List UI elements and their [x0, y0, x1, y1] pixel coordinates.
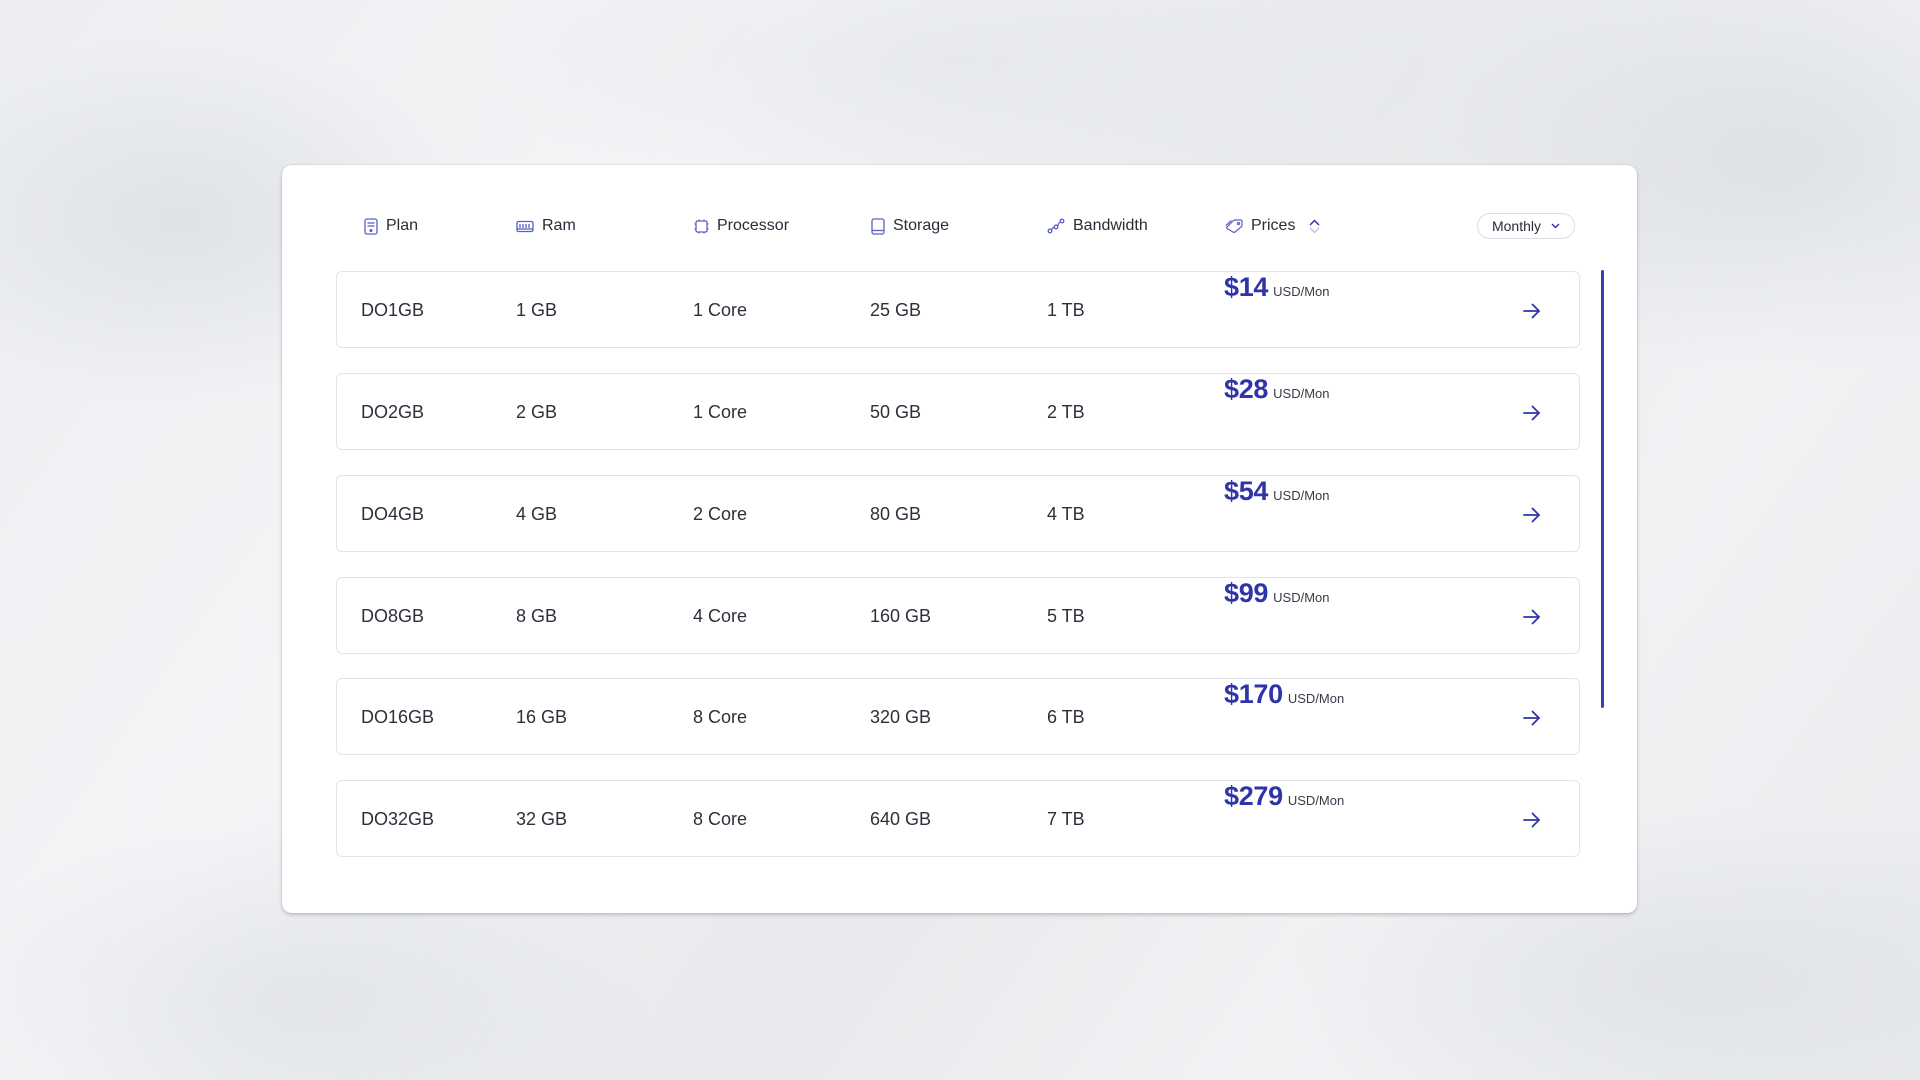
arrow-right-icon	[1523, 609, 1540, 624]
vertical-scrollbar[interactable]	[1601, 270, 1604, 708]
plan-processor: 8 Core	[693, 809, 748, 829]
plan-processor: 2 Core	[693, 504, 748, 524]
column-header-storage: Storage	[871, 217, 949, 235]
plan-price: $54 USD/Mon	[1224, 476, 1330, 553]
column-header-label: Processor	[717, 217, 790, 234]
price-tag-icon	[1225, 219, 1243, 233]
plan-processor: 8 Core	[693, 707, 748, 727]
plan-ram: 16 GB	[516, 707, 568, 727]
scrollbar-thumb[interactable]	[1601, 270, 1604, 708]
select-plan-button[interactable]	[1523, 679, 1541, 756]
column-header-label: Storage	[893, 217, 950, 234]
price-unit: USD/Mon	[1273, 284, 1330, 299]
select-plan-button[interactable]	[1523, 781, 1541, 858]
plan-name: DO16GB	[361, 707, 435, 727]
arrow-right-icon	[1523, 405, 1540, 420]
billing-period-select[interactable]: Monthly	[1477, 213, 1575, 239]
arrow-right-icon	[1523, 303, 1540, 318]
plan-row[interactable]: DO32GB 32 GB 8 Core 640 GB 7 TB $279 USD…	[336, 780, 1580, 857]
column-header-label: Prices	[1251, 217, 1296, 234]
plan-name: DO32GB	[361, 809, 435, 829]
plan-row[interactable]: DO16GB 16 GB 8 Core 320 GB 6 TB $170 USD…	[336, 678, 1580, 755]
plan-name: DO4GB	[361, 504, 425, 524]
plan-storage: 50 GB	[870, 402, 922, 422]
price-amount: $279	[1224, 781, 1283, 811]
column-header-label: Plan	[386, 217, 419, 234]
plan-price: $170 USD/Mon	[1224, 679, 1344, 756]
column-header-bandwidth: Bandwidth	[1047, 217, 1148, 235]
plan-ram: 4 GB	[516, 504, 558, 524]
plan-storage: 80 GB	[870, 504, 922, 524]
plan-storage: 160 GB	[870, 606, 932, 626]
billing-period-value: Monthly	[1491, 218, 1542, 234]
plan-row[interactable]: DO8GB 8 GB 4 Core 160 GB 5 TB $99 USD/Mo…	[336, 577, 1580, 654]
plan-price: $14 USD/Mon	[1224, 272, 1330, 349]
price-unit: USD/Mon	[1273, 488, 1330, 503]
plan-processor: 4 Core	[693, 606, 748, 626]
price-amount: $14	[1224, 272, 1269, 302]
memory-icon	[516, 220, 534, 233]
select-plan-button[interactable]	[1523, 374, 1541, 451]
column-header-plan: Plan	[364, 217, 418, 235]
plan-price: $28 USD/Mon	[1224, 374, 1330, 451]
plan-storage: 25 GB	[870, 300, 922, 320]
plan-row[interactable]: DO2GB 2 GB 1 Core 50 GB 2 TB $28 USD/Mon	[336, 373, 1580, 450]
storage-icon	[871, 217, 885, 235]
plan-row[interactable]: DO4GB 4 GB 2 Core 80 GB 4 TB $54 USD/Mon	[336, 475, 1580, 552]
plan-bandwidth: 7 TB	[1047, 809, 1085, 829]
select-plan-button[interactable]	[1523, 578, 1541, 655]
sort-ascending-icon	[1309, 218, 1320, 226]
sort-toggle[interactable]	[1309, 218, 1320, 234]
arrow-right-icon	[1523, 507, 1540, 522]
plan-processor: 1 Core	[693, 300, 748, 320]
plan-bandwidth: 5 TB	[1047, 606, 1085, 626]
arrow-right-icon	[1523, 710, 1540, 725]
plan-bandwidth: 2 TB	[1047, 402, 1085, 422]
select-plan-button[interactable]	[1523, 476, 1541, 553]
plan-ram: 32 GB	[516, 809, 568, 829]
pricing-table-card: Plan Ram Processor Storage Bandwidth Pri…	[282, 165, 1637, 913]
plan-ram: 1 GB	[516, 300, 558, 320]
price-unit: USD/Mon	[1287, 793, 1345, 808]
plan-name: DO1GB	[361, 300, 425, 320]
plan-price: $99 USD/Mon	[1224, 578, 1330, 655]
column-header-processor: Processor	[694, 217, 789, 235]
plan-name: DO2GB	[361, 402, 425, 422]
column-header-label: Ram	[542, 217, 576, 234]
price-amount: $170	[1224, 679, 1283, 709]
server-icon	[364, 217, 378, 235]
bandwidth-icon	[1047, 218, 1065, 234]
plan-bandwidth: 1 TB	[1047, 300, 1085, 320]
plan-storage: 640 GB	[870, 809, 932, 829]
plan-bandwidth: 6 TB	[1047, 707, 1085, 727]
price-amount: $28	[1224, 374, 1269, 404]
chevron-down-icon	[1551, 223, 1560, 229]
plan-row[interactable]: DO1GB 1 GB 1 Core 25 GB 1 TB $14 USD/Mon	[336, 271, 1580, 348]
select-plan-button[interactable]	[1523, 272, 1541, 349]
price-unit: USD/Mon	[1273, 386, 1330, 401]
plan-price: $279 USD/Mon	[1224, 781, 1344, 858]
price-amount: $99	[1224, 578, 1269, 608]
column-header-label: Bandwidth	[1073, 217, 1148, 234]
plan-ram: 8 GB	[516, 606, 558, 626]
column-header-ram: Ram	[516, 217, 576, 235]
plan-processor: 1 Core	[693, 402, 748, 422]
plan-bandwidth: 4 TB	[1047, 504, 1085, 524]
plan-ram: 2 GB	[516, 402, 558, 422]
plan-storage: 320 GB	[870, 707, 932, 727]
cpu-icon	[694, 219, 709, 234]
sort-descending-icon	[1310, 227, 1320, 233]
price-unit: USD/Mon	[1273, 590, 1330, 605]
plan-name: DO8GB	[361, 606, 425, 626]
price-amount: $54	[1224, 476, 1269, 506]
price-unit: USD/Mon	[1287, 691, 1345, 706]
arrow-right-icon	[1523, 812, 1540, 827]
column-header-prices[interactable]: Prices	[1225, 217, 1320, 235]
